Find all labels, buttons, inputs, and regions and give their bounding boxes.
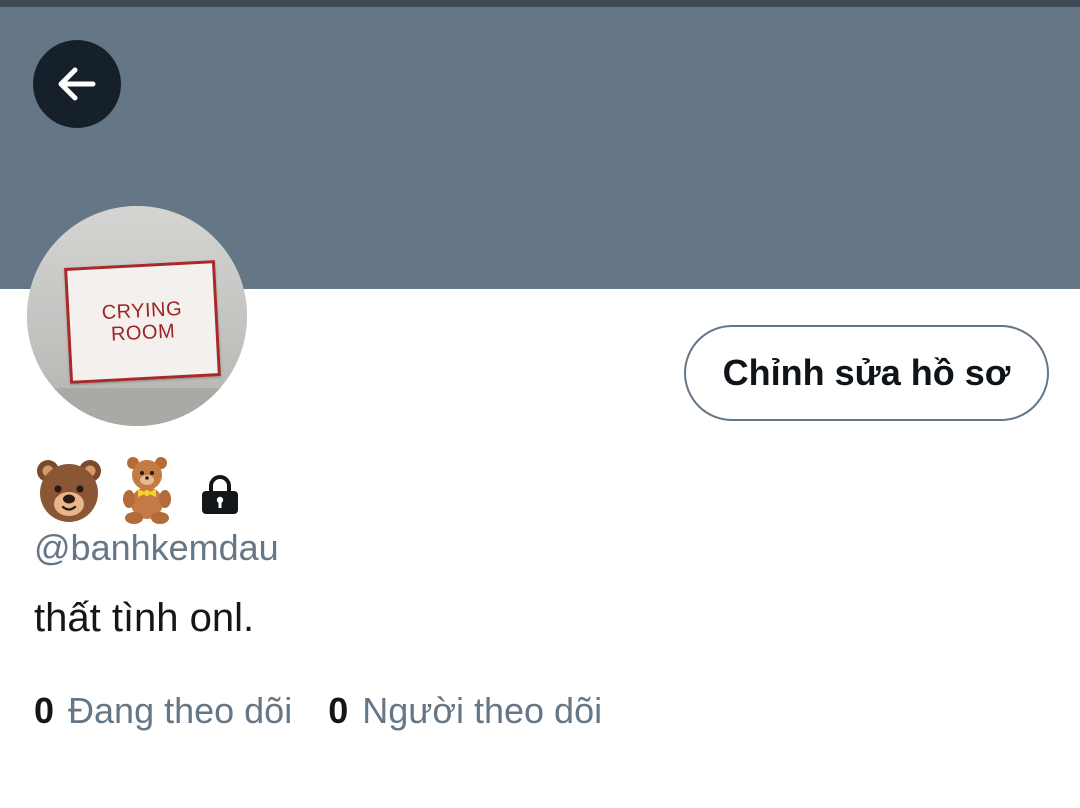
status-strip <box>0 0 1080 7</box>
followers-label: Người theo dõi <box>362 690 603 731</box>
followers-stat[interactable]: 0 Người theo dõi <box>328 688 602 734</box>
avatar-floor <box>27 388 247 426</box>
back-button[interactable] <box>33 40 121 128</box>
avatar[interactable]: CRYING ROOM <box>27 206 247 426</box>
teddy-bear-icon <box>123 457 171 524</box>
bear-face-icon <box>37 460 101 522</box>
avatar-sign: CRYING ROOM <box>64 260 221 384</box>
arrow-left-icon <box>58 67 96 101</box>
profile-handle: @banhkemdau <box>34 527 279 568</box>
follow-stats: 0 Đang theo dõi 0 Người theo dõi <box>34 688 602 734</box>
profile-bio: thất tình onl. <box>34 596 255 640</box>
following-label: Đang theo dõi <box>68 690 293 731</box>
avatar-sign-line-2: ROOM <box>110 320 176 346</box>
display-name <box>34 455 242 525</box>
lock-icon <box>202 475 238 514</box>
following-count: 0 <box>34 690 55 731</box>
following-stat[interactable]: 0 Đang theo dõi <box>34 688 292 734</box>
followers-count: 0 <box>328 690 349 731</box>
edit-profile-button[interactable]: Chỉnh sửa hồ sơ <box>684 325 1049 421</box>
